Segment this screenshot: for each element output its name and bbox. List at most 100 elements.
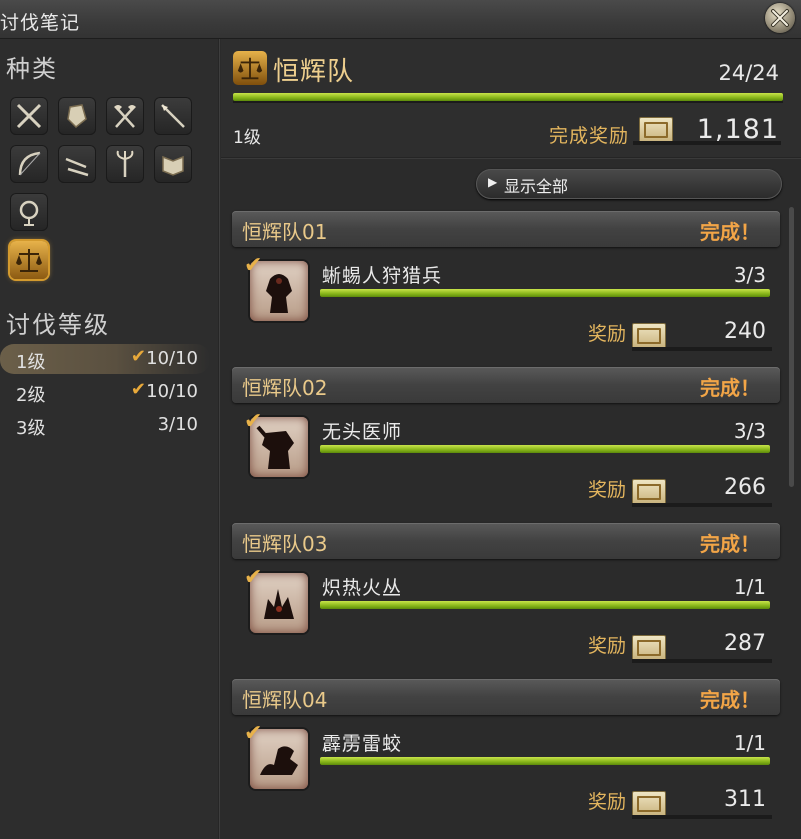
level-row-2[interactable]: 2级 ✔ 10/10 — [0, 377, 210, 407]
level-label: 1级 — [16, 352, 46, 373]
group-name: 恒辉队04 — [242, 688, 328, 712]
main-panel: 恒辉队 24/24 1级 完成奖励 1,181 ▶ 显示全部 恒辉队01 完成！… — [221, 39, 801, 839]
category-conjurer[interactable] — [106, 145, 144, 183]
close-button[interactable] — [765, 3, 795, 33]
seal-icon — [639, 117, 673, 143]
headless-monster-icon — [256, 425, 294, 469]
title-bar: 讨伐笔记 — [0, 0, 801, 39]
check-icon: ✔ — [130, 379, 146, 400]
mob-count: 1/1 — [733, 575, 766, 599]
staff-icon — [116, 150, 134, 177]
scales-icon — [237, 57, 263, 80]
level-label: 3级 — [16, 418, 46, 439]
level-label: 2级 — [16, 385, 46, 406]
group-header[interactable]: 恒辉队04 完成！ — [232, 679, 780, 715]
completion-reward-label: 完成奖励 — [549, 125, 630, 147]
thunder-dragon-icon — [260, 746, 298, 775]
reward-value: 311 — [724, 787, 766, 812]
mob-name: 霹雳雷蛟 — [322, 733, 403, 755]
hunt-group: 恒辉队01 完成！ ✔ 蜥蜴人狩猎兵 3/3 奖励 240 — [232, 211, 780, 361]
lance-icon — [161, 104, 185, 128]
category-gladiator[interactable] — [10, 97, 48, 135]
panel-divider — [218, 39, 220, 839]
level-progress: 10/10 — [146, 348, 198, 369]
seal-icon — [632, 323, 666, 349]
close-icon — [771, 9, 789, 27]
group-status: 完成！ — [700, 532, 760, 556]
seal-icon — [632, 791, 666, 817]
mob-name: 炽热火丛 — [322, 577, 403, 599]
reward-underline — [632, 347, 772, 351]
hunt-group: 恒辉队03 完成！ ✔ 炽热火丛 1/1 奖励 287 — [232, 523, 780, 673]
category-grand-company[interactable] — [10, 241, 48, 279]
group-header[interactable]: 恒辉队03 完成！ — [232, 523, 780, 559]
reward-label: 奖励 — [588, 635, 627, 657]
crossed-swords-icon — [16, 103, 42, 129]
summary-header: 恒辉队 24/24 1级 完成奖励 1,181 — [221, 39, 801, 157]
scrollbar[interactable] — [789, 207, 794, 487]
current-level: 1级 — [233, 128, 261, 148]
category-astrologian[interactable] — [10, 193, 48, 231]
category-pugilist[interactable] — [58, 97, 96, 135]
total-progress: 24/24 — [718, 61, 779, 85]
reward-value: 287 — [724, 631, 766, 656]
reward-value: 240 — [724, 319, 766, 344]
group-status: 完成！ — [700, 376, 760, 400]
mob-progress-bar — [320, 289, 770, 297]
category-rogue[interactable] — [58, 145, 96, 183]
category-lancer[interactable] — [154, 97, 192, 135]
reward-underline — [632, 503, 772, 507]
check-icon: ✔ — [244, 565, 263, 590]
mob-progress-bar — [320, 601, 770, 609]
reward-underline — [632, 659, 772, 663]
mob-count: 1/1 — [733, 731, 766, 755]
hunt-group: 恒辉队04 完成！ ✔ 霹雳雷蛟 1/1 奖励 311 — [232, 679, 780, 829]
check-icon: ✔ — [244, 721, 263, 746]
window-title: 讨伐笔记 — [0, 12, 81, 34]
check-icon: ✔ — [244, 409, 263, 434]
header-divider — [221, 157, 801, 159]
mob-name: 无头医师 — [322, 421, 403, 443]
reward-label: 奖励 — [588, 791, 627, 813]
category-marauder[interactable] — [106, 97, 144, 135]
total-progress-bar — [233, 93, 783, 101]
reward-underline — [632, 815, 772, 819]
daggers-icon — [65, 157, 89, 177]
header-emblem — [233, 51, 267, 85]
bow-icon — [18, 151, 41, 176]
scales-icon — [16, 249, 42, 272]
globe-icon — [19, 200, 39, 226]
level-heading: 讨伐等级 — [6, 311, 110, 339]
group-name: 恒辉队03 — [242, 532, 328, 556]
mob-count: 3/3 — [733, 263, 766, 287]
book-icon — [162, 155, 184, 176]
category-archer[interactable] — [10, 145, 48, 183]
flame-bush-icon — [264, 589, 294, 619]
category-heading: 种类 — [6, 55, 58, 83]
level-row-1[interactable]: 1级 ✔ 10/10 — [0, 344, 210, 374]
reward-value: 266 — [724, 475, 766, 500]
play-triangle-icon: ▶ — [488, 175, 498, 189]
reward-label: 奖励 — [588, 479, 627, 501]
reward-label: 奖励 — [588, 323, 627, 345]
hunt-group: 恒辉队02 完成！ ✔ 无头医师 3/3 奖励 266 — [232, 367, 780, 517]
group-name: 恒辉队01 — [242, 220, 328, 244]
sidebar: 种类 讨伐等级 1级 ✔ 10/10 2级 ✔ 10/10 3级 3/10 — [0, 39, 218, 839]
completion-reward-value: 1,181 — [696, 114, 779, 145]
group-header[interactable]: 恒辉队01 完成！ — [232, 211, 780, 247]
check-icon: ✔ — [244, 253, 263, 278]
level-row-3[interactable]: 3级 3/10 — [0, 410, 210, 440]
group-name: 恒辉队02 — [242, 376, 328, 400]
check-icon: ✔ — [130, 346, 146, 367]
seal-icon — [632, 479, 666, 505]
show-all-label: 显示全部 — [504, 177, 569, 196]
mob-progress-bar — [320, 757, 770, 765]
level-progress: 3/10 — [157, 414, 198, 435]
page-title: 恒辉队 — [273, 57, 355, 87]
show-all-button[interactable]: ▶ 显示全部 — [476, 169, 782, 199]
category-arcanist[interactable] — [154, 145, 192, 183]
level-progress: 10/10 — [146, 381, 198, 402]
seal-icon — [632, 635, 666, 661]
mob-name: 蜥蜴人狩猎兵 — [322, 265, 443, 287]
group-header[interactable]: 恒辉队02 完成！ — [232, 367, 780, 403]
